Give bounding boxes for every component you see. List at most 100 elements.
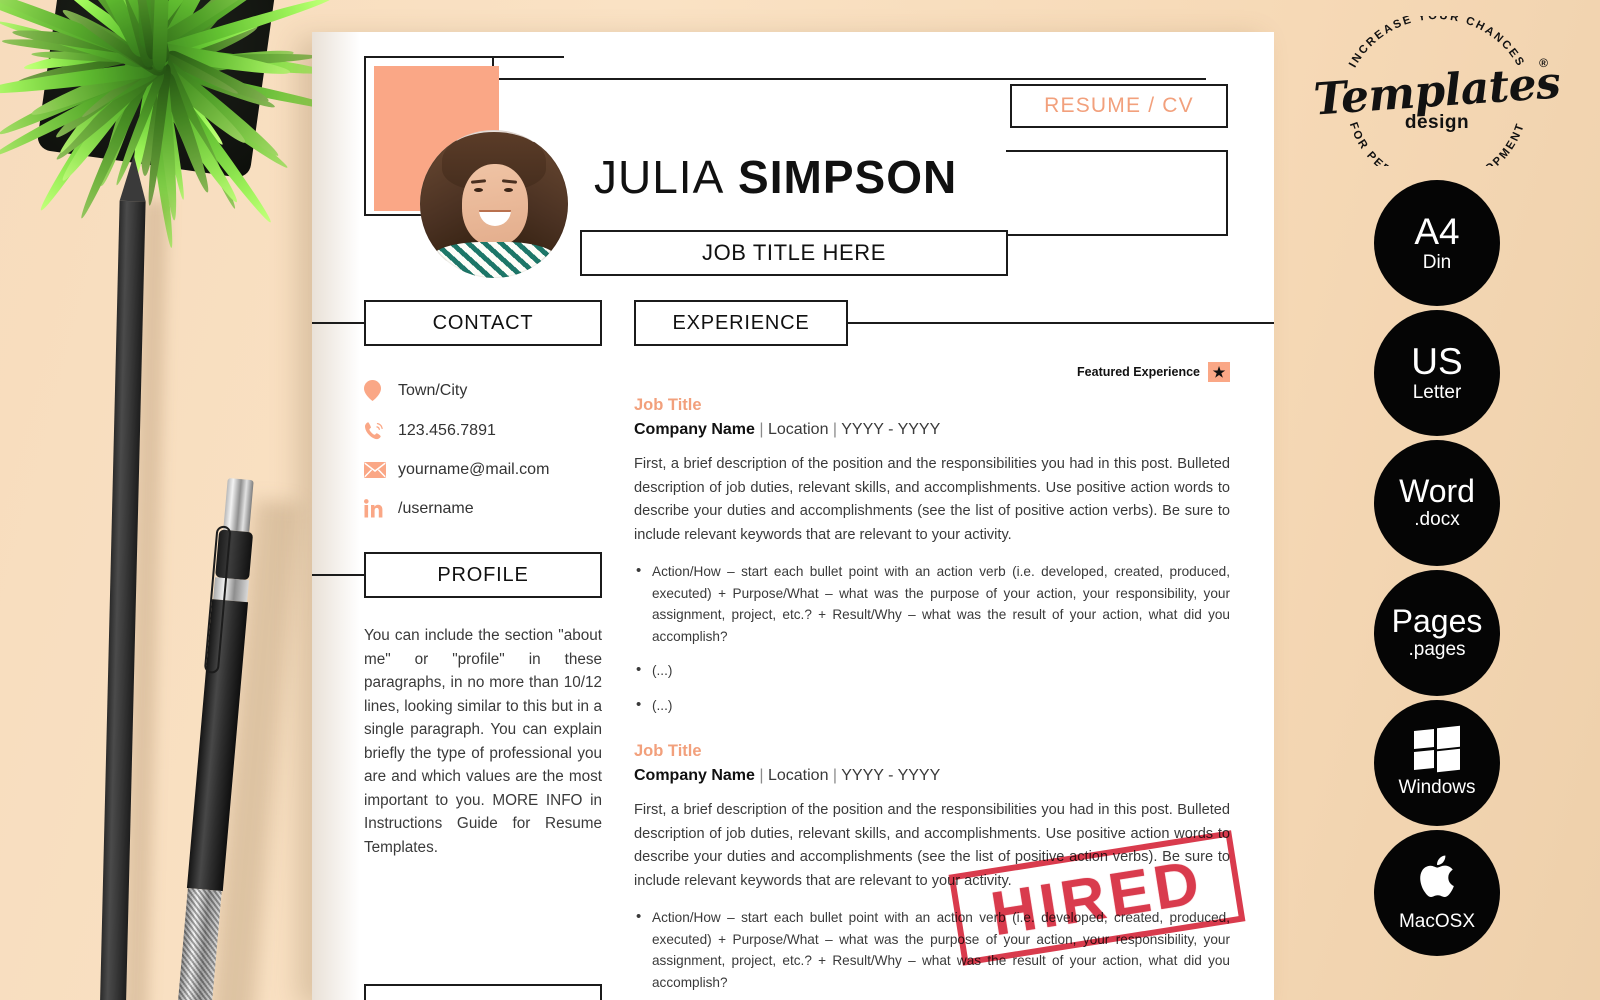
badge-pages-main: Pages xyxy=(1391,603,1483,639)
badge-us-main: US xyxy=(1411,340,1463,382)
plant-blade xyxy=(144,0,284,55)
list-item: Action/How – start each bullet point wit… xyxy=(634,560,1230,647)
plant-blade xyxy=(67,8,156,73)
list-item: (...) xyxy=(634,659,1230,682)
section-heading-experience: EXPERIENCE xyxy=(634,300,848,346)
plant-blade xyxy=(137,43,227,149)
phone-icon xyxy=(364,421,398,441)
experience-entry: Job Title Company Name | Location | YYYY… xyxy=(634,396,1230,716)
resume-cv-badge: RESUME / CV xyxy=(1010,84,1228,128)
header-right-frame xyxy=(1006,150,1228,236)
plant-blade xyxy=(156,45,329,79)
plant-blade xyxy=(52,58,169,165)
plant-blade xyxy=(102,0,157,69)
contact-item-location[interactable]: Town/City xyxy=(364,380,624,401)
plant-blade xyxy=(58,3,170,79)
pen-grip xyxy=(176,888,222,1000)
plant-blade xyxy=(150,0,244,72)
plant-blade xyxy=(128,0,157,60)
plant-blade xyxy=(11,25,152,57)
plant-blade xyxy=(158,51,240,211)
contact-item-phone[interactable]: 123.456.7891 xyxy=(364,421,624,441)
experience-job-title: Job Title xyxy=(634,396,702,414)
plant-blade xyxy=(151,46,240,98)
plant-blade xyxy=(147,0,239,73)
experience-description: First, a brief description of the positi… xyxy=(634,456,1230,543)
windows-logo-icon xyxy=(1414,725,1460,773)
linkedin-icon xyxy=(364,499,398,518)
plant-blade xyxy=(91,0,162,64)
plant-blade xyxy=(56,44,149,157)
plant-blade xyxy=(92,0,162,55)
badge-windows[interactable]: Windows xyxy=(1374,700,1500,826)
badge-word-main: Word xyxy=(1399,473,1475,509)
experience-job-title: Job Title xyxy=(634,742,702,760)
plant-blade xyxy=(44,0,166,59)
plant-blade xyxy=(79,51,169,121)
contact-value-phone: 123.456.7891 xyxy=(398,422,496,439)
right-column: EXPERIENCE Featured Experience ★ Job Tit… xyxy=(624,300,1274,1000)
profile-rule xyxy=(312,574,364,576)
experience-job-meta: Company Name | Location | YYYY - YYYY xyxy=(634,421,941,438)
badge-pages[interactable]: Pages .pages xyxy=(1374,570,1500,696)
plant-blade xyxy=(162,48,272,108)
featured-experience-badge: Featured Experience ★ xyxy=(624,362,1230,382)
section-heading-profile: PROFILE xyxy=(364,552,602,598)
plant-blade xyxy=(44,0,167,75)
section-heading-contact: CONTACT xyxy=(364,300,602,346)
plant-blade xyxy=(54,0,171,69)
plant-blade xyxy=(143,40,292,80)
plant-blade xyxy=(158,69,215,195)
plant-blade xyxy=(156,56,283,162)
plant-blade xyxy=(0,61,157,100)
plant-blade xyxy=(28,54,164,122)
contact-item-linkedin[interactable]: /username xyxy=(364,499,624,518)
experience-description: First, a brief description of the positi… xyxy=(634,802,1230,889)
plant-blade xyxy=(0,0,160,67)
envelope-icon xyxy=(364,462,398,478)
plant-blade xyxy=(156,0,311,58)
experience-job-meta: Company Name | Location | YYYY - YYYY xyxy=(634,767,941,784)
plant-blade xyxy=(138,0,230,68)
plant-pot xyxy=(36,0,279,179)
featured-experience-label: Featured Experience xyxy=(1077,365,1200,379)
resume-cv-label: RESUME / CV xyxy=(1044,94,1194,117)
plant-blade xyxy=(51,53,157,143)
plant-blade xyxy=(143,0,253,61)
location-pin-icon xyxy=(364,380,398,401)
contact-value-email: yourname@mail.com xyxy=(398,461,550,478)
plant-blade xyxy=(143,51,251,149)
star-icon: ★ xyxy=(1208,362,1230,382)
logo-subtitle: design xyxy=(1404,112,1470,133)
header-frame-rule xyxy=(494,78,1206,80)
contact-heading-label: CONTACT xyxy=(432,311,534,334)
last-name: SIMPSON xyxy=(738,151,958,203)
badge-us-letter[interactable]: US Letter xyxy=(1374,310,1500,436)
plant-blade xyxy=(0,0,149,64)
avatar-ring xyxy=(420,130,568,278)
plant-blade xyxy=(147,0,253,54)
badge-macosx[interactable]: MacOSX xyxy=(1374,830,1500,956)
experience-company: Company Name xyxy=(634,421,755,438)
profile-paragraph: You can include the section "about me" o… xyxy=(364,627,602,856)
plant-blade xyxy=(0,59,150,141)
right-rail: INCREASE YOUR CHANCES FOR PERSONAL DEVEL… xyxy=(1274,0,1600,1000)
badge-word[interactable]: Word .docx xyxy=(1374,440,1500,566)
experience-heading-label: EXPERIENCE xyxy=(672,311,810,334)
badge-windows-sub: Windows xyxy=(1398,777,1476,798)
badge-a4-sub: Din xyxy=(1422,251,1452,273)
plant-blade xyxy=(149,52,278,113)
badge-a4[interactable]: A4 Din xyxy=(1374,180,1500,306)
plant-blade xyxy=(160,0,259,76)
plant-blade xyxy=(31,49,150,63)
section-heading-next xyxy=(364,984,602,1000)
plant-blade xyxy=(137,0,147,47)
experience-rule xyxy=(848,322,1274,324)
plant-blade xyxy=(153,60,188,201)
contact-item-email[interactable]: yourname@mail.com xyxy=(364,461,624,479)
registered-mark-icon: ® xyxy=(1539,56,1548,70)
badge-pages-sub: .pages xyxy=(1408,639,1466,660)
contact-rule xyxy=(312,322,364,324)
contact-list: Town/City 123.456.7891 yourname@mail.com… xyxy=(364,380,624,518)
job-title-box: JOB TITLE HERE xyxy=(580,230,1008,276)
